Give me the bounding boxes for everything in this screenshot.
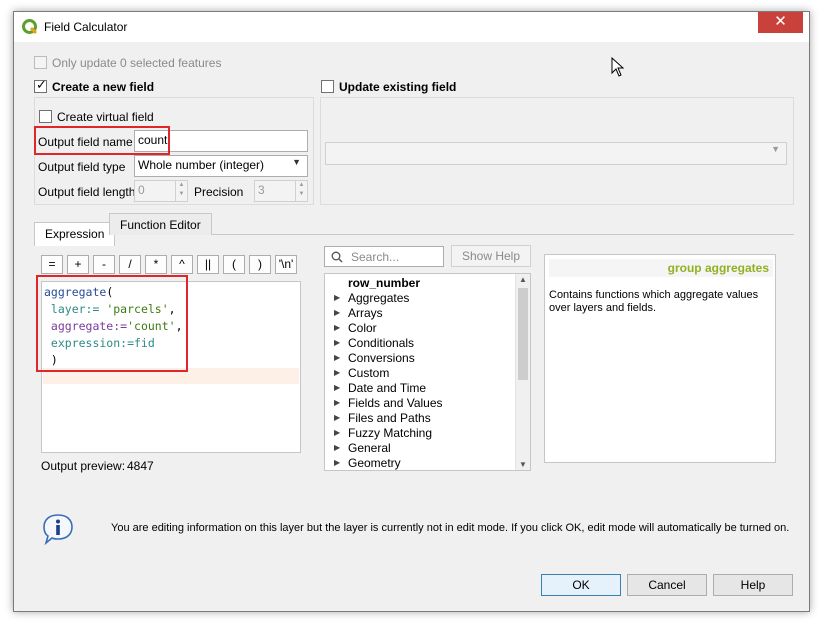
mouse-cursor-icon xyxy=(611,57,625,77)
highlight-field-name xyxy=(34,126,170,155)
tab-function-editor[interactable]: Function Editor xyxy=(109,213,212,235)
search-icon xyxy=(331,251,343,263)
operator-button[interactable]: = xyxy=(41,255,63,274)
operator-button[interactable]: * xyxy=(145,255,167,274)
tree-item[interactable]: Conversions xyxy=(348,351,415,365)
tree-item[interactable]: Fuzzy Matching xyxy=(348,426,432,440)
update-existing-field-checkbox[interactable] xyxy=(321,80,334,93)
tree-item[interactable]: Files and Paths xyxy=(348,411,431,425)
tab-expression-label: Expression xyxy=(45,227,105,241)
operator-button[interactable]: '\n' xyxy=(275,255,297,274)
window-title: Field Calculator xyxy=(44,20,128,34)
scroll-down-icon[interactable]: ▼ xyxy=(519,460,527,469)
info-icon xyxy=(43,514,73,546)
qgis-icon xyxy=(22,19,38,35)
function-tree[interactable]: row_number ▶ Aggregates ▶ Arrays ▶ Color ▶ Condi… xyxy=(324,273,531,471)
expand-arrow-icon[interactable]: ▶ xyxy=(334,383,340,392)
chevron-down-icon: ▼ xyxy=(292,157,301,167)
function-search-input[interactable]: Search... xyxy=(324,246,444,267)
help-body: Contains functions which aggregate value… xyxy=(549,289,759,314)
tab-function-editor-label: Function Editor xyxy=(120,218,201,232)
precision-spinbox[interactable]: 3 ▲ ▼ xyxy=(254,180,308,202)
ok-button[interactable]: OK xyxy=(541,574,621,596)
create-virtual-field-checkbox[interactable] xyxy=(39,110,52,123)
operator-button[interactable]: ) xyxy=(249,255,271,274)
output-field-length-value: 0 xyxy=(138,183,145,197)
operator-button[interactable]: ^ xyxy=(171,255,193,274)
tree-item[interactable]: Arrays xyxy=(348,306,383,320)
highlight-expression xyxy=(36,275,188,372)
expand-arrow-icon[interactable]: ▶ xyxy=(334,368,340,377)
tree-item[interactable]: Conditionals xyxy=(348,336,414,350)
existing-field-select[interactable]: ▼ xyxy=(325,142,787,165)
operator-button[interactable]: - xyxy=(93,255,115,274)
title-bar: Field Calculator ✕ xyxy=(14,12,809,42)
operator-button[interactable]: ( xyxy=(223,255,245,274)
expand-arrow-icon[interactable]: ▶ xyxy=(334,353,340,362)
expand-arrow-icon[interactable]: ▶ xyxy=(334,413,340,422)
precision-value: 3 xyxy=(258,183,265,197)
cancel-button[interactable]: Cancel xyxy=(627,574,707,596)
spin-arrows-icon: ▲ ▼ xyxy=(175,181,187,201)
tree-item[interactable]: Geometry xyxy=(348,456,401,470)
expand-arrow-icon[interactable]: ▶ xyxy=(334,458,340,467)
tree-item[interactable]: row_number xyxy=(348,276,420,290)
chevron-down-icon: ▼ xyxy=(771,144,780,154)
only-update-selected-label: Only update 0 selected features xyxy=(52,56,222,70)
tree-item[interactable]: Date and Time xyxy=(348,381,426,395)
output-field-type-label: Output field type xyxy=(38,160,126,174)
tree-item[interactable]: General xyxy=(348,441,391,455)
expand-arrow-icon[interactable]: ▶ xyxy=(334,323,340,332)
spin-arrows-icon: ▲ ▼ xyxy=(295,181,307,201)
create-virtual-field-label: Create virtual field xyxy=(57,110,154,124)
expand-arrow-icon[interactable]: ▶ xyxy=(334,338,340,347)
function-help-panel: group aggregates Contains functions whic… xyxy=(544,254,776,463)
operator-button[interactable]: / xyxy=(119,255,141,274)
tree-item[interactable]: Custom xyxy=(348,366,389,380)
search-placeholder: Search... xyxy=(351,250,400,264)
create-new-field-checkbox[interactable]: ✓ xyxy=(34,77,47,93)
scroll-up-icon[interactable]: ▲ xyxy=(519,275,527,284)
help-button[interactable]: Help xyxy=(713,574,793,596)
close-button[interactable]: ✕ xyxy=(758,12,803,33)
output-field-type-value: Whole number (integer) xyxy=(138,158,265,172)
help-title: group aggregates xyxy=(549,259,773,277)
output-field-type-select[interactable]: Whole number (integer) ▼ xyxy=(134,155,308,177)
precision-label: Precision xyxy=(194,185,244,199)
output-field-length-label: Output field length xyxy=(38,185,136,199)
operator-button[interactable]: || xyxy=(197,255,219,274)
output-preview-label: Output preview: xyxy=(41,459,126,473)
update-existing-field-label: Update existing field xyxy=(339,80,457,94)
expand-arrow-icon[interactable]: ▶ xyxy=(334,293,340,302)
show-help-button[interactable]: Show Help xyxy=(451,245,531,267)
tab-expression[interactable]: Expression xyxy=(34,222,116,246)
only-update-selected-checkbox[interactable] xyxy=(34,56,47,69)
scroll-thumb[interactable] xyxy=(518,288,528,380)
expand-arrow-icon[interactable]: ▶ xyxy=(334,398,340,407)
edit-mode-message: You are editing information on this laye… xyxy=(111,522,790,534)
output-preview-value: 4847 xyxy=(127,459,154,473)
create-new-field-label: Create a new field xyxy=(52,80,155,94)
checkmark-icon: ✓ xyxy=(36,77,47,92)
function-tree-scrollbar[interactable]: ▲ ▼ xyxy=(515,274,530,470)
tree-item[interactable]: Color xyxy=(348,321,377,335)
field-calculator-dialog: Field Calculator ✕ Only update 0 selecte… xyxy=(13,11,810,612)
output-field-length-spinbox[interactable]: 0 ▲ ▼ xyxy=(134,180,188,202)
expand-arrow-icon[interactable]: ▶ xyxy=(334,308,340,317)
tree-item[interactable]: Aggregates xyxy=(348,291,409,305)
operator-button[interactable]: + xyxy=(67,255,89,274)
expand-arrow-icon[interactable]: ▶ xyxy=(334,443,340,452)
expand-arrow-icon[interactable]: ▶ xyxy=(334,428,340,437)
tree-item[interactable]: Fields and Values xyxy=(348,396,443,410)
